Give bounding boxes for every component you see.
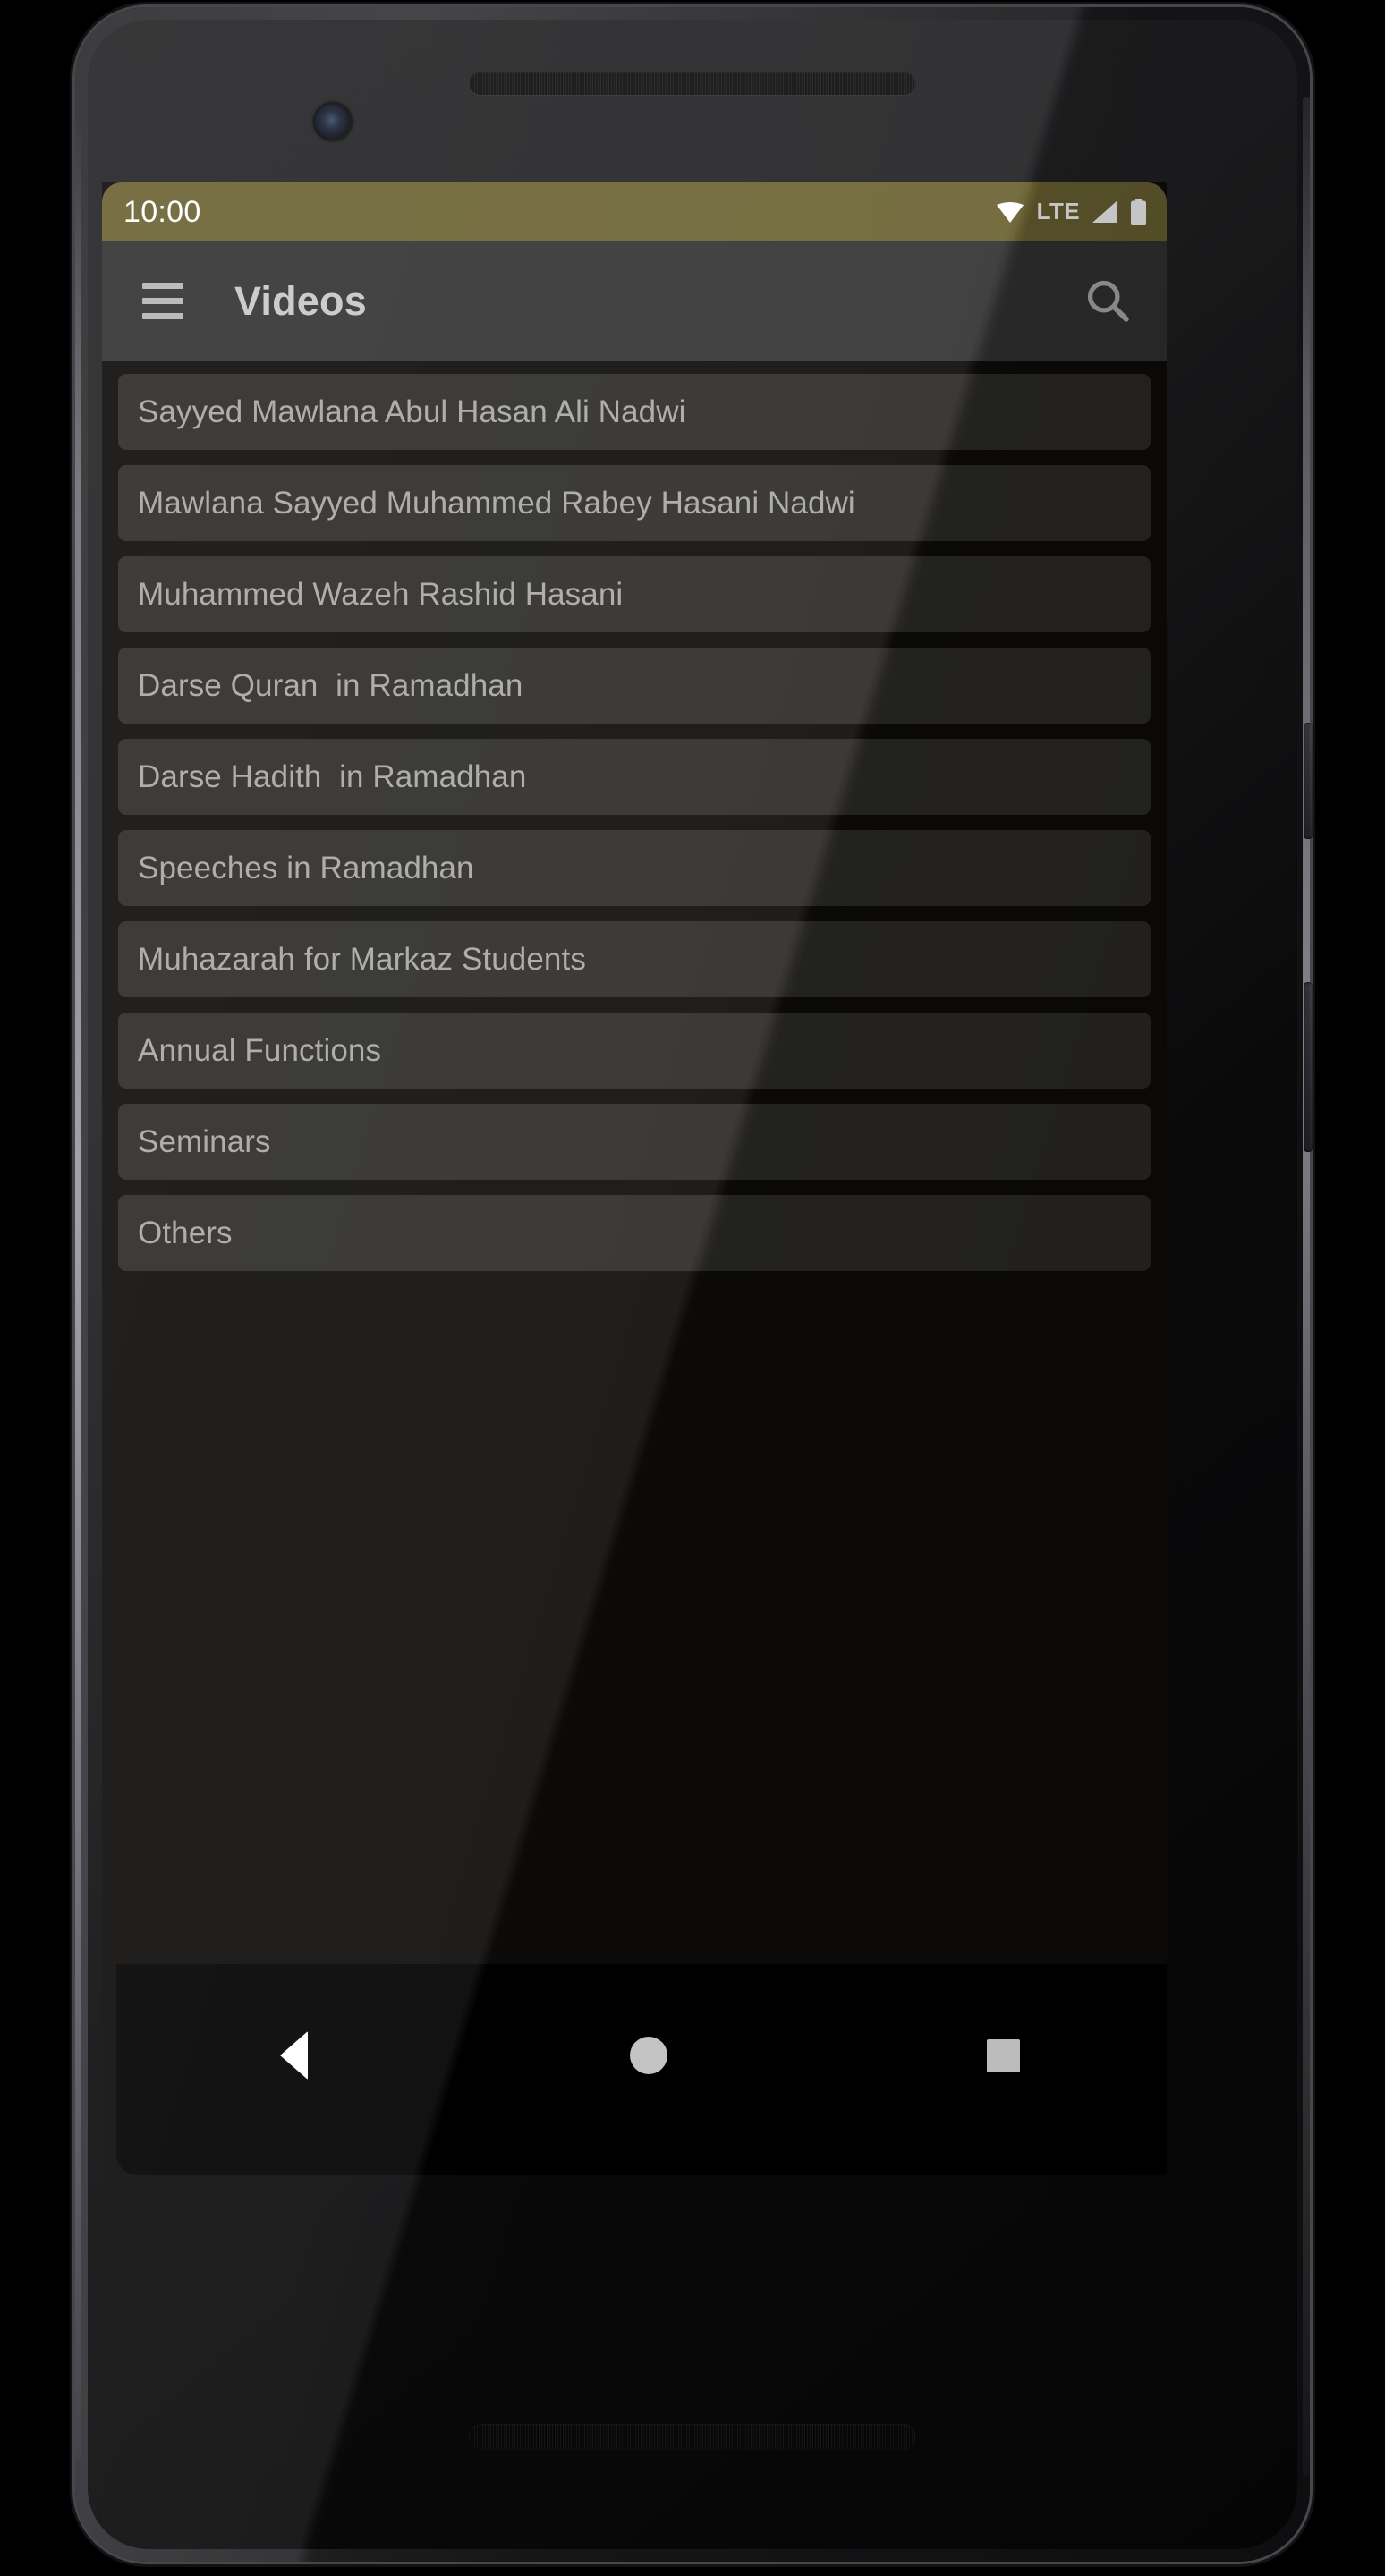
wifi-icon (995, 200, 1025, 224)
list-item[interactable]: Muhammed Wazeh Rashid Hasani (118, 556, 1151, 632)
hamburger-line (142, 298, 183, 304)
network-type-label: LTE (1036, 198, 1080, 225)
earpiece-speaker-icon (469, 72, 916, 95)
list-item[interactable]: Speeches in Ramadhan (118, 830, 1151, 906)
android-navigation-bar (116, 1964, 1167, 2175)
home-circle-shape (629, 2037, 667, 2074)
list-item-label: Mawlana Sayyed Muhammed Rabey Hasani Nad… (138, 485, 855, 521)
list-item[interactable]: Annual Functions (118, 1013, 1151, 1089)
phone-screen: 10:00 LTE Videos Sayyed Mawlana Abul Has… (102, 182, 1167, 2175)
list-item[interactable]: Darse Quran in Ramadhan (118, 648, 1151, 724)
list-item-label: Sayyed Mawlana Abul Hasan Ali Nadwi (138, 394, 686, 429)
search-icon[interactable] (1077, 270, 1140, 333)
list-item-label: Darse Quran in Ramadhan (138, 667, 523, 703)
front-camera-icon (313, 102, 353, 141)
list-item[interactable]: Mawlana Sayyed Muhammed Rabey Hasani Nad… (118, 465, 1151, 541)
hamburger-menu-icon[interactable] (134, 273, 191, 330)
app-bar: Videos (102, 241, 1167, 361)
list-item[interactable]: Others (118, 1195, 1151, 1271)
status-bar: 10:00 LTE (102, 182, 1167, 241)
page-title: Videos (234, 277, 367, 324)
device-rim-right (1303, 97, 1310, 2476)
home-circle-icon[interactable] (599, 2020, 698, 2091)
hamburger-line (142, 313, 183, 319)
battery-icon (1130, 198, 1147, 225)
back-triangle-icon[interactable] (244, 2020, 343, 2091)
list-item-label: Darse Hadith in Ramadhan (138, 758, 527, 794)
list-item[interactable]: Muhazarah for Markaz Students (118, 921, 1151, 997)
list-item-label: Speeches in Ramadhan (138, 850, 474, 886)
device-rim-left (75, 114, 81, 2458)
list-item[interactable]: Seminars (118, 1104, 1151, 1180)
list-item-label: Others (138, 1215, 233, 1250)
power-button[interactable] (1304, 723, 1313, 839)
video-category-list: Sayyed Mawlana Abul Hasan Ali Nadwi Mawl… (102, 361, 1167, 1271)
list-item-label: Seminars (138, 1123, 271, 1159)
phone-device: 10:00 LTE Videos Sayyed Mawlana Abul Has… (75, 7, 1313, 2562)
list-item[interactable]: Sayyed Mawlana Abul Hasan Ali Nadwi (118, 374, 1151, 450)
device-front-glass: 10:00 LTE Videos Sayyed Mawlana Abul Has… (88, 20, 1297, 2549)
hamburger-line (142, 283, 183, 289)
back-triangle-shape (279, 2031, 308, 2080)
volume-button[interactable] (1304, 982, 1313, 1152)
status-bar-icons: LTE (995, 198, 1147, 225)
list-item-label: Muhazarah for Markaz Students (138, 941, 586, 977)
list-item-label: Annual Functions (138, 1032, 382, 1068)
recents-square-icon[interactable] (955, 2020, 1053, 2091)
recents-square-shape (987, 2038, 1021, 2072)
list-item-label: Muhammed Wazeh Rashid Hasani (138, 576, 624, 612)
signal-icon (1092, 199, 1118, 224)
status-bar-clock: 10:00 (123, 194, 201, 229)
screenshot-stage: 10:00 LTE Videos Sayyed Mawlana Abul Has… (0, 0, 1385, 2576)
bottom-speaker-icon (469, 2424, 916, 2449)
list-item[interactable]: Darse Hadith in Ramadhan (118, 739, 1151, 815)
